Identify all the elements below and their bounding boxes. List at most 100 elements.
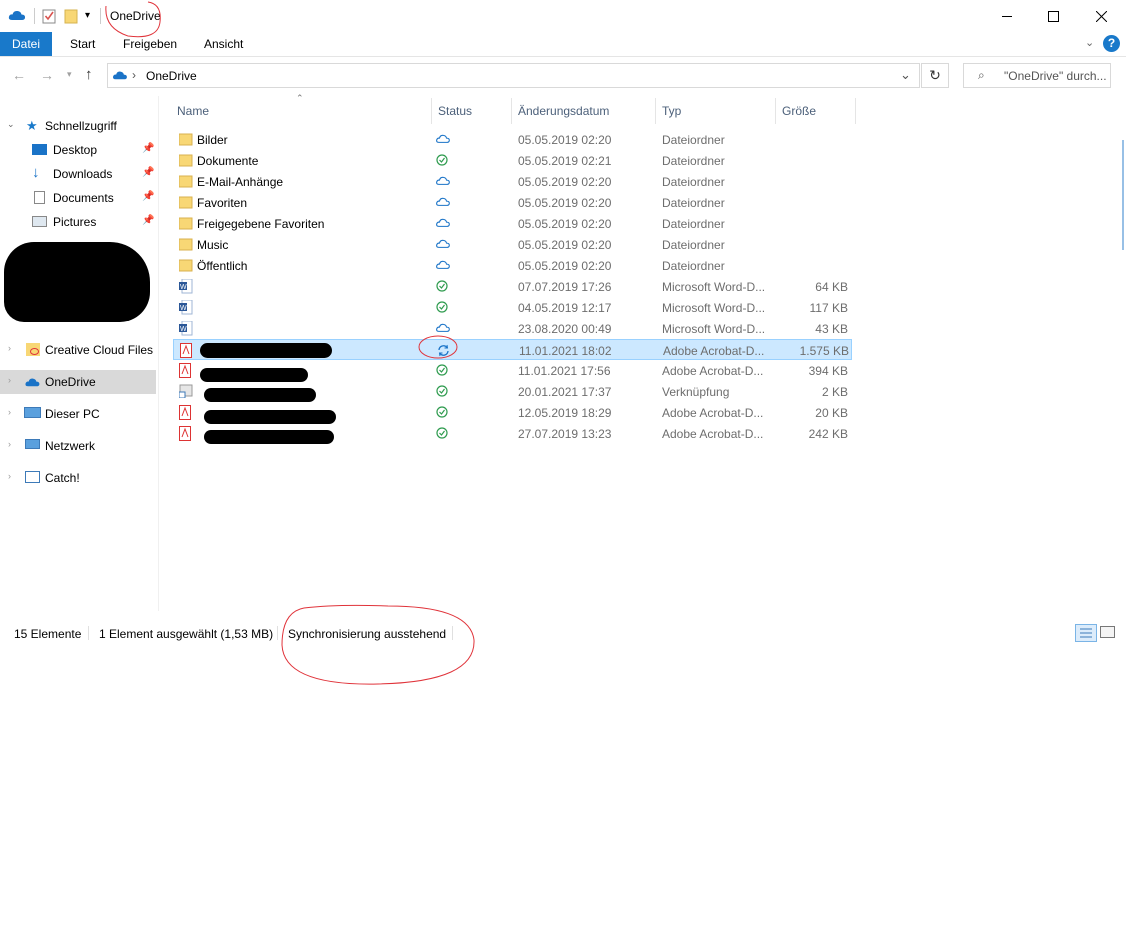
- file-row[interactable]: Freigegebene Favoriten 05.05.2019 02:20 Da…: [173, 213, 852, 234]
- redaction-mark: [200, 343, 332, 358]
- details-view-button[interactable]: [1075, 624, 1097, 642]
- new-folder-icon[interactable]: [64, 8, 80, 24]
- address-bar[interactable]: › OneDrive ⌄: [107, 63, 920, 88]
- column-header-date[interactable]: Änderungsdatum: [518, 101, 609, 121]
- annotation-circle: [281, 604, 475, 685]
- nav-item-pictures[interactable]: Pictures 📌: [0, 210, 156, 234]
- expand-ribbon-icon[interactable]: ⌄: [1085, 36, 1094, 49]
- tab-ansicht[interactable]: Ansicht: [192, 32, 255, 56]
- search-box[interactable]: ⌕ "OneDrive" durch...: [963, 63, 1111, 88]
- nav-item-this-pc[interactable]: › Dieser PC: [0, 402, 156, 426]
- customize-quickaccess-icon[interactable]: ▾: [85, 10, 90, 21]
- file-row[interactable]: Öffentlich 05.05.2019 02:20 Dateiordner: [173, 255, 852, 276]
- file-date: 07.07.2019 17:26: [518, 280, 612, 294]
- file-name: Freigegebene Favoriten: [197, 217, 325, 231]
- file-row[interactable]: E-Mail-Anhänge 05.05.2019 02:20 Dateiordne…: [173, 171, 852, 192]
- tab-freigeben[interactable]: Freigeben: [111, 32, 189, 56]
- tab-datei[interactable]: Datei: [0, 32, 53, 56]
- file-date: 05.05.2019 02:20: [518, 175, 612, 189]
- network-icon: [25, 439, 40, 449]
- file-name: Öffentlich: [197, 259, 248, 273]
- file-type: Adobe Acrobat-D...: [662, 406, 764, 420]
- cloud-only-status-icon: [436, 133, 450, 147]
- file-type: Adobe Acrobat-D...: [663, 344, 765, 358]
- large-icons-view-button[interactable]: [1100, 626, 1115, 638]
- properties-icon[interactable]: [42, 8, 58, 24]
- file-size: 43 KB: [815, 322, 848, 336]
- column-separator[interactable]: [855, 98, 856, 124]
- file-row[interactable]: Dokumente 05.05.2019 02:21 Dateiordner: [173, 150, 852, 171]
- column-header-status[interactable]: Status: [438, 101, 472, 121]
- file-size: 394 KB: [808, 364, 848, 378]
- word-file-icon: W: [179, 278, 193, 297]
- nav-item-documents[interactable]: Documents 📌: [0, 186, 156, 210]
- onedrive-cloud-icon: [24, 376, 41, 391]
- file-date: 27.07.2019 13:23: [518, 427, 612, 441]
- column-separator[interactable]: [655, 98, 656, 124]
- file-type: Microsoft Word-D...: [662, 301, 766, 315]
- file-row[interactable]: W 23.08.2020 00:49 Microsoft Word-D... 43 K…: [173, 318, 852, 339]
- nav-item-network[interactable]: › Netzwerk: [0, 434, 156, 458]
- nav-label: Downloads: [53, 167, 113, 181]
- back-arrow-icon[interactable]: ←: [12, 67, 26, 83]
- file-row[interactable]: Favoriten 05.05.2019 02:20 Dateiordner: [173, 192, 852, 213]
- close-button[interactable]: [1076, 0, 1126, 32]
- pane-splitter[interactable]: [158, 96, 159, 611]
- up-arrow-icon[interactable]: ↑: [85, 66, 93, 83]
- help-icon[interactable]: ?: [1103, 35, 1120, 52]
- nav-item-catch[interactable]: › Catch!: [0, 466, 156, 490]
- tab-start[interactable]: Start: [58, 32, 107, 56]
- navigation-pane: ⌄ ★ Schnellzugriff Desktop 📌 ↓ Downloads…: [0, 96, 158, 611]
- nav-item-downloads[interactable]: ↓ Downloads 📌: [0, 162, 156, 186]
- recent-locations-icon[interactable]: ▾: [67, 69, 72, 80]
- expand-chevron-icon[interactable]: ›: [8, 407, 11, 417]
- file-row[interactable]: W 04.05.2019 12:17 Microsoft Word-D... 117 …: [173, 297, 852, 318]
- column-header-type[interactable]: Typ: [662, 101, 681, 121]
- refresh-button[interactable]: ↻: [921, 63, 949, 88]
- nav-item-desktop[interactable]: Desktop 📌: [0, 138, 156, 162]
- forward-arrow-icon[interactable]: →: [40, 67, 54, 83]
- file-row[interactable]: W 07.07.2019 17:26 Microsoft Word-D... 64 K…: [173, 276, 852, 297]
- address-dropdown-icon[interactable]: ⌄: [900, 67, 911, 83]
- column-header-size[interactable]: Größe: [782, 101, 816, 121]
- pin-icon: 📌: [142, 215, 155, 226]
- nav-label: Schnellzugriff: [45, 119, 117, 133]
- expand-chevron-icon[interactable]: ⌄: [7, 119, 15, 130]
- column-header-name[interactable]: Name: [177, 101, 209, 121]
- nav-quick-access[interactable]: ⌄ ★ Schnellzugriff: [0, 114, 156, 138]
- file-row[interactable]: Bilder 05.05.2019 02:20 Dateiordner: [173, 129, 852, 150]
- redaction-mark: [4, 242, 150, 322]
- file-name: Music: [197, 238, 229, 252]
- expand-chevron-icon[interactable]: ›: [8, 439, 11, 449]
- synced-check-icon: [436, 427, 448, 442]
- redaction-mark: [204, 430, 334, 444]
- file-date: 05.05.2019 02:20: [518, 133, 612, 147]
- column-separator[interactable]: [775, 98, 776, 124]
- column-separator[interactable]: [431, 98, 432, 124]
- file-date: 05.05.2019 02:20: [518, 238, 612, 252]
- expand-chevron-icon[interactable]: ›: [8, 375, 11, 385]
- sort-ascending-icon: ⌃: [296, 93, 304, 103]
- cloud-only-status-icon: [436, 196, 450, 210]
- close-icon: [1095, 10, 1107, 22]
- expand-chevron-icon[interactable]: ›: [8, 343, 11, 353]
- pdf-file-icon: [179, 363, 192, 381]
- column-separator[interactable]: [511, 98, 512, 124]
- nav-label: Catch!: [45, 471, 80, 485]
- breadcrumb-onedrive[interactable]: OneDrive: [146, 69, 197, 83]
- file-row[interactable]: Music 05.05.2019 02:20 Dateiordner: [173, 234, 852, 255]
- file-date: 20.01.2021 17:37: [518, 385, 612, 399]
- file-date: 05.05.2019 02:20: [518, 217, 612, 231]
- folder-icon: [178, 174, 193, 191]
- expand-chevron-icon[interactable]: ›: [8, 471, 11, 481]
- folder-icon: [178, 153, 193, 170]
- maximize-button[interactable]: [1030, 0, 1076, 32]
- file-date: 11.01.2021 18:02: [519, 344, 612, 358]
- nav-item-onedrive[interactable]: › OneDrive: [0, 370, 156, 394]
- file-type: Adobe Acrobat-D...: [662, 427, 764, 441]
- minimize-button[interactable]: [984, 0, 1030, 32]
- file-size: 242 KB: [808, 427, 848, 441]
- file-type: Verknüpfung: [662, 385, 730, 399]
- file-name: Bilder: [197, 133, 228, 147]
- nav-item-creative-cloud[interactable]: › Creative Cloud Files: [0, 338, 156, 362]
